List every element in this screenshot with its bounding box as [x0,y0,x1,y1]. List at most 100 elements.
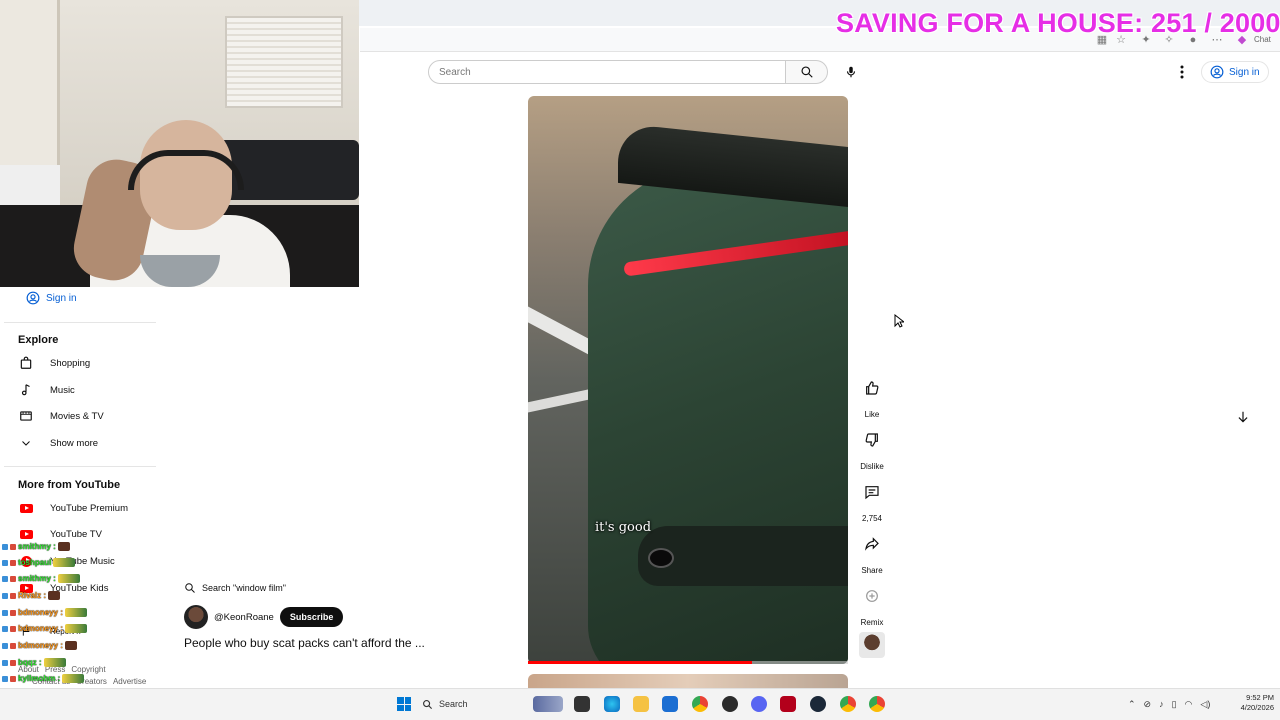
search-icon [423,699,433,709]
search-placeholder: Search [439,66,471,78]
like-label: Like [864,410,880,419]
volume-icon[interactable]: ◁) [1200,699,1210,710]
search-icon [185,583,195,593]
sidebar-divider [4,466,156,467]
channel-name[interactable]: @KeonRoane [214,612,274,623]
related-search-chip[interactable]: Search "window film" [184,579,286,597]
mouse-cursor-icon [894,314,904,328]
sidebar-item-shopping[interactable]: Shopping [18,353,90,373]
taskbar-search[interactable]: Search [422,695,468,713]
more-vert-icon [1180,65,1184,79]
sidebar-sign-in-label: Sign in [46,292,77,304]
chrome-icon[interactable] [692,696,708,712]
chat-badge-icon [10,675,16,682]
chat-badge-icon [10,659,16,666]
next-short-preview[interactable] [528,674,848,688]
tray-chevron-icon[interactable]: ⌃ [1128,699,1136,710]
dislike-label: Dislike [860,462,884,471]
chat-badge-icon [10,609,16,616]
footer-link-advertise[interactable]: Advertise [113,677,146,686]
file-explorer-icon[interactable] [633,696,649,712]
chat-emote-icon [48,591,61,600]
clock-date: 4/20/2026 [1240,703,1274,712]
chat-badge-icon [10,625,16,632]
obs-icon[interactable] [722,696,738,712]
chat-message: smithmy : [2,541,70,552]
remix-button[interactable]: Remix [856,581,888,627]
chat-emote-icon [43,658,66,667]
chat-badge-icon [10,559,16,566]
discord-icon[interactable] [751,696,767,712]
like-button[interactable]: Like [856,373,888,419]
comment-count: 2,754 [861,514,883,523]
clock-time: 9:52 PM [1246,693,1274,702]
microphone-tray-icon[interactable]: ♪ [1159,699,1164,709]
steam-icon[interactable] [810,696,826,712]
device-icon[interactable]: ▯ [1172,699,1177,710]
chat-username: bdmoneyy : [18,608,63,617]
chat-username: bdmoneyy : [18,624,63,633]
video-title[interactable]: People who buy scat packs can't afford t… [184,636,484,650]
chrome-icon[interactable] [869,696,885,712]
shorts-video-player[interactable]: it's good [528,96,848,664]
chat-badge-icon [10,592,16,599]
system-tray: ⌃ ⊘ ♪ ▯ ◠ ◁) [1128,696,1210,712]
video-car-exhaust [648,548,674,568]
chat-badge-icon [10,543,16,550]
channel-avatar[interactable] [184,605,208,629]
taskbar-search-label: Search [439,699,468,709]
chat-message: bdmoneyy : [2,623,87,634]
arrow-down-icon [1238,411,1248,423]
thumbs-down-icon [857,425,887,455]
adobe-icon[interactable] [780,696,796,712]
chat-emote-icon [53,558,76,567]
more-from-youtube-heading: More from YouTube [18,479,121,491]
subscribe-button[interactable]: Subscribe [279,607,344,627]
chat-message: bdmoneyy : [2,607,87,618]
video-progress-fill [528,661,752,664]
sidebar-item-movies-tv[interactable]: Movies & TV [18,406,104,426]
search-button[interactable] [786,60,828,84]
account-icon [26,291,40,305]
chrome-icon[interactable] [840,696,856,712]
sidebar-divider [4,322,156,323]
next-video-button[interactable] [1230,404,1256,430]
sidebar-sign-in-button[interactable]: Sign in [26,289,77,307]
voice-search-button[interactable] [838,59,864,85]
youtube-tv-icon [18,526,34,542]
remix-label: Remix [860,618,884,627]
dislike-button[interactable]: Dislike [856,425,888,471]
sidebar-item-label: Shopping [50,357,91,369]
chat-badge-icon [2,675,8,682]
chat-badge-icon [2,609,8,616]
webcam-headset [128,150,244,190]
stream-goal-overlay: SAVING FOR A HOUSE: 251 / 20000 [836,8,1280,38]
share-button[interactable]: Share [856,529,888,575]
header-sign-in-button[interactable]: Sign in [1201,61,1269,83]
taskbar-widget-icon[interactable] [533,696,563,712]
chat-badge-icon [2,575,8,582]
explore-heading: Explore [18,334,59,346]
wifi-icon[interactable]: ◠ [1185,699,1193,710]
windows-start-icon[interactable] [397,697,411,711]
sidebar-item-label: Show more [50,437,99,449]
sound-avatar[interactable] [859,632,885,658]
settings-menu-button[interactable] [1176,63,1188,81]
edge-icon[interactable] [604,696,620,712]
chat-badge-icon [2,625,8,632]
network-icon[interactable]: ⊘ [1144,699,1152,710]
comments-button[interactable]: 2,754 [856,477,888,523]
store-icon[interactable] [662,696,678,712]
search-input[interactable]: Search [428,60,786,84]
chat-badge-icon [2,559,8,566]
sidebar-item-music[interactable]: Music [18,380,75,400]
chat-badge-icon [10,642,16,649]
taskview-icon[interactable] [574,696,590,712]
sidebar-item-show-more[interactable]: Show more [18,433,98,453]
taskbar-clock[interactable]: 9:52 PM 4/20/2026 [1228,693,1274,713]
sidebar-item-youtube-premium[interactable]: YouTube Premium [18,498,128,518]
sidebar-item-label: Movies & TV [50,410,104,422]
film-icon [18,408,34,424]
related-search-label: Search "window film" [202,583,286,593]
music-note-icon [18,382,34,398]
